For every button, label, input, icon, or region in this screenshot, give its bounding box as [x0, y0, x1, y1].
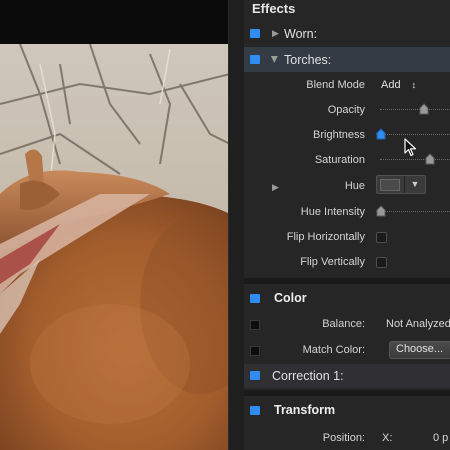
mouse-cursor-icon: [404, 138, 417, 157]
flip-horizontally-checkbox[interactable]: [376, 232, 387, 243]
slider-thumb[interactable]: [425, 153, 435, 165]
section-separator: [244, 278, 450, 284]
correction-enable-checkbox[interactable]: [250, 371, 260, 380]
slider-thumb[interactable]: [376, 205, 386, 217]
viewer-letterbox: [0, 0, 230, 44]
hue-intensity-label: Hue Intensity: [300, 206, 365, 218]
opacity-label: Opacity: [327, 104, 365, 116]
color-section-header[interactable]: Color: [244, 286, 450, 312]
section-enable-checkbox[interactable]: [250, 406, 260, 415]
slider-thumb[interactable]: [376, 128, 386, 140]
position-x-field[interactable]: 0 p: [433, 432, 448, 444]
brightness-label: Brightness: [313, 129, 365, 141]
effect-enable-checkbox[interactable]: [250, 55, 260, 64]
effect-enable-checkbox[interactable]: [250, 29, 260, 38]
color-swatch: [380, 179, 400, 191]
horse-saddle-image: [0, 44, 230, 450]
blend-mode-label: Blend Mode: [306, 79, 365, 91]
slider-track: [376, 134, 450, 135]
slider-track: [376, 211, 450, 212]
flip-vertically-label: Flip Vertically: [300, 256, 365, 268]
effects-inspector: Effects ▶ Worn: ▶ Torches: Blend Mode Ad…: [244, 0, 450, 450]
flip-vertically-checkbox[interactable]: [376, 257, 387, 268]
balance-label: Balance:: [322, 318, 365, 330]
section-title: Color: [274, 291, 307, 305]
effect-row-worn[interactable]: ▶ Worn:: [244, 22, 450, 46]
slider-track: [380, 159, 450, 160]
disclosure-down-icon[interactable]: ▶: [269, 56, 280, 63]
correction-label: Correction 1:: [272, 369, 344, 383]
effect-row-torches[interactable]: ▶ Torches:: [244, 47, 450, 72]
transform-section-header[interactable]: Transform: [244, 398, 450, 424]
hue-color-well[interactable]: ▼: [376, 175, 426, 194]
balance-value: Not Analyzed: [386, 318, 450, 330]
hue-intensity-slider[interactable]: [376, 205, 450, 217]
match-color-label: Match Color:: [302, 344, 365, 356]
correction-row[interactable]: Correction 1:: [244, 364, 450, 388]
blend-mode-value: Add: [381, 79, 401, 91]
video-viewer: [0, 0, 230, 450]
chevron-down-icon[interactable]: ▼: [404, 176, 425, 193]
slider-thumb[interactable]: [419, 103, 429, 115]
saturation-label: Saturation: [314, 154, 365, 166]
section-separator: [244, 390, 450, 396]
inspector-title: Effects: [252, 1, 296, 16]
section-title: Transform: [274, 403, 336, 417]
effect-label: Worn:: [284, 27, 318, 41]
blend-mode-popup[interactable]: Add ↕: [381, 79, 416, 91]
popup-arrows-icon: ↕: [411, 80, 417, 90]
hue-label: Hue: [344, 180, 365, 192]
position-label: Position:: [322, 432, 365, 444]
choose-button[interactable]: Choose...: [389, 341, 450, 359]
flip-horizontally-label: Flip Horizontally: [286, 231, 365, 243]
position-x-label: X:: [382, 432, 393, 444]
slider-track: [380, 109, 450, 110]
effect-label: Torches:: [284, 53, 332, 67]
disclosure-right-icon[interactable]: ▶: [272, 28, 279, 39]
opacity-slider[interactable]: [380, 103, 450, 115]
section-enable-checkbox[interactable]: [250, 294, 260, 303]
